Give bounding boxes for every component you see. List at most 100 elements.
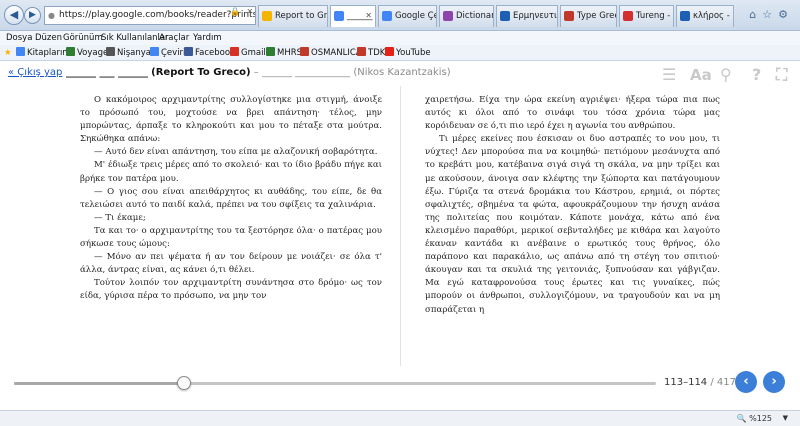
- back-arrow-icon[interactable]: ◀: [4, 5, 24, 25]
- favorites-bar: ★ Kitaplarım Voyage Nişanyan Çeviri Face…: [0, 45, 800, 61]
- tab-label: Type Greek I...: [577, 11, 616, 21]
- book-title: ______ ___ ______ (Report To Greco) – __…: [66, 61, 451, 85]
- tab-favicon-icon: [680, 11, 690, 21]
- page-slider-fill: [14, 382, 184, 385]
- tab-favicon-icon: [500, 11, 510, 21]
- paragraph: — Τι έκαμε;: [94, 212, 146, 223]
- text-size-icon[interactable]: Aa: [690, 63, 712, 87]
- left-page: Ο κακόμοιρος αρχιμαντρίτης συλλογίστηκε …: [80, 94, 382, 304]
- paragraph: Τούτον λοιπόν τον αρχιμαντρίτη συνάντησα…: [80, 278, 382, 302]
- menu-edit[interactable]: Düzen: [35, 31, 62, 45]
- tab-label: Google Çeviri: [395, 11, 436, 21]
- zoom-icon: 🔍: [736, 414, 747, 423]
- tab-favicon-icon: [334, 11, 344, 21]
- search-icon[interactable]: ⚲: [720, 63, 732, 87]
- browser-tab[interactable]: Report to Gr...: [258, 5, 328, 27]
- fav-nisanyan[interactable]: Nişanyan: [106, 45, 156, 61]
- fav-mhrs[interactable]: MHRS: [266, 45, 302, 61]
- chevron-right-icon: ›: [771, 374, 777, 389]
- reader-header: « Çıkış yap ______ ___ ______ (Report To…: [0, 61, 800, 85]
- book-spread: Ο κακόμοιρος αρχιμαντρίτης συλλογίστηκε …: [0, 86, 800, 368]
- translate-icon: [150, 47, 159, 56]
- google-favicon-icon: ●: [48, 11, 55, 20]
- author-blanks: ______ ___________: [261, 67, 351, 78]
- author-text: (Nikos Kazantzakis): [353, 67, 451, 78]
- fav-tdk[interactable]: TDK: [357, 45, 385, 61]
- help-icon[interactable]: ?: [752, 63, 761, 87]
- page-total: / 417: [710, 377, 737, 388]
- youtube-icon: [385, 47, 394, 56]
- exit-link[interactable]: « Çıkış yap: [8, 61, 62, 85]
- browser-tab[interactable]: Ερμηνευτικ...: [496, 5, 558, 27]
- menu-tools[interactable]: Araçlar: [159, 31, 189, 45]
- page-indicator: 113–114 / 417: [664, 376, 736, 390]
- browser-window: ◀ ▶ ● https://play.google.com/books/read…: [0, 0, 800, 426]
- facebook-icon: [184, 47, 193, 56]
- page-slider-track[interactable]: [14, 382, 656, 385]
- window-controls[interactable]: ⌂☆⚙: [749, 8, 794, 21]
- tab-label: κλήρος - Συ...: [693, 11, 733, 21]
- paragraph: Ο κακόμοιρος αρχιμαντρίτης συλλογίστηκε …: [80, 95, 382, 145]
- browser-tab[interactable]: Type Greek I...: [560, 5, 617, 27]
- browser-tab[interactable]: Tureng - lot...: [619, 5, 674, 27]
- chevron-down-icon[interactable]: ▼: [783, 411, 788, 426]
- mhrs-icon: [266, 47, 275, 56]
- address-text: https://play.google.com/books/reader?pri…: [59, 10, 255, 20]
- fav-ceviri[interactable]: Çeviri: [150, 45, 185, 61]
- menu-view[interactable]: Görünüm: [63, 31, 103, 45]
- menu-bar: Dosya Düzen Görünüm Sık Kullanılanlar Ar…: [0, 31, 800, 45]
- browser-tab[interactable]: Google Çeviri: [378, 5, 437, 27]
- fav-kitaplarim[interactable]: Kitaplarım: [16, 45, 71, 61]
- status-bar: 🔍 %125 ▼: [0, 410, 800, 426]
- paragraph: χαιρετήσω. Είχα την ώρα εκείνη αγριέψει·…: [425, 95, 720, 132]
- fullscreen-icon[interactable]: ⛶: [776, 63, 787, 87]
- nisanyan-icon: [106, 47, 115, 56]
- paragraph: — Ο γιος σου είναι απειθάρχητος κι αυθάδ…: [80, 186, 382, 210]
- right-page: χαιρετήσω. Είχα την ώρα εκείνη αγριέψει·…: [425, 94, 720, 317]
- page-divider: [400, 86, 401, 366]
- tab-favicon-icon: [564, 11, 574, 21]
- paragraph: — Μόνο αν πει ψέματα ή αν τον δείρουν με…: [80, 252, 382, 276]
- page-slider-thumb[interactable]: [177, 376, 191, 390]
- tab-favicon-icon: [262, 11, 272, 21]
- browser-tab[interactable]: κλήρος - Συ...: [676, 5, 734, 27]
- tab-favicon-icon: [443, 11, 453, 21]
- osmanlica-icon: [300, 47, 309, 56]
- page-range: 113–114: [664, 377, 708, 388]
- address-actions[interactable]: 🔒 ✕: [230, 7, 255, 16]
- title-text: (Report To Greco): [151, 67, 251, 78]
- close-tab-icon[interactable]: ✕: [365, 6, 372, 26]
- fav-gmail[interactable]: Gmail: [230, 45, 266, 61]
- menu-help[interactable]: Yardım: [193, 31, 222, 45]
- fav-osmanlica[interactable]: OSMANLICA: [300, 45, 362, 61]
- fav-facebook[interactable]: Facebook: [184, 45, 235, 61]
- contents-icon[interactable]: ☰: [662, 63, 676, 87]
- fav-youtube[interactable]: YouTube: [385, 45, 431, 61]
- tab-favicon-icon: [382, 11, 392, 21]
- next-page-button[interactable]: ›: [763, 371, 785, 393]
- books-icon: [16, 47, 25, 56]
- tab-label: Ερμηνευτικ...: [513, 11, 557, 21]
- address-bar[interactable]: ● https://play.google.com/books/reader?p…: [44, 6, 256, 25]
- gmail-icon: [230, 47, 239, 56]
- chevron-left-icon: ‹: [743, 374, 749, 389]
- tab-favicon-icon: [623, 11, 633, 21]
- fav-voyage[interactable]: Voyage: [66, 45, 108, 61]
- reader-tools: ☰ Aa ⚲ ? ⛶: [660, 63, 794, 84]
- favorites-star-icon[interactable]: ★: [4, 45, 12, 61]
- zoom-level[interactable]: 🔍 %125: [737, 411, 772, 426]
- browser-tab[interactable]: ______ ___...✕: [330, 5, 376, 27]
- previous-page-button[interactable]: ‹: [735, 371, 757, 393]
- menu-file[interactable]: Dosya: [6, 31, 32, 45]
- voyage-icon: [66, 47, 75, 56]
- paragraph: Τα και το· ο αρχιμαντρίτης του τα ξεστόρ…: [80, 225, 382, 250]
- paragraph: Μ' έδιωξε τρεις μέρες από το σκολειό· κα…: [80, 160, 382, 184]
- forward-arrow-icon[interactable]: ▶: [24, 7, 41, 24]
- tab-label: Tureng - lot...: [636, 11, 673, 21]
- tab-label: Dictionary o...: [456, 11, 493, 21]
- browser-toolbar: ◀ ▶ ● https://play.google.com/books/read…: [0, 0, 800, 31]
- tab-label: Report to Gr...: [275, 11, 327, 21]
- browser-tab[interactable]: Dictionary o...: [439, 5, 494, 27]
- title-blanks: ______ ___ ______: [66, 67, 148, 78]
- tdk-icon: [357, 47, 366, 56]
